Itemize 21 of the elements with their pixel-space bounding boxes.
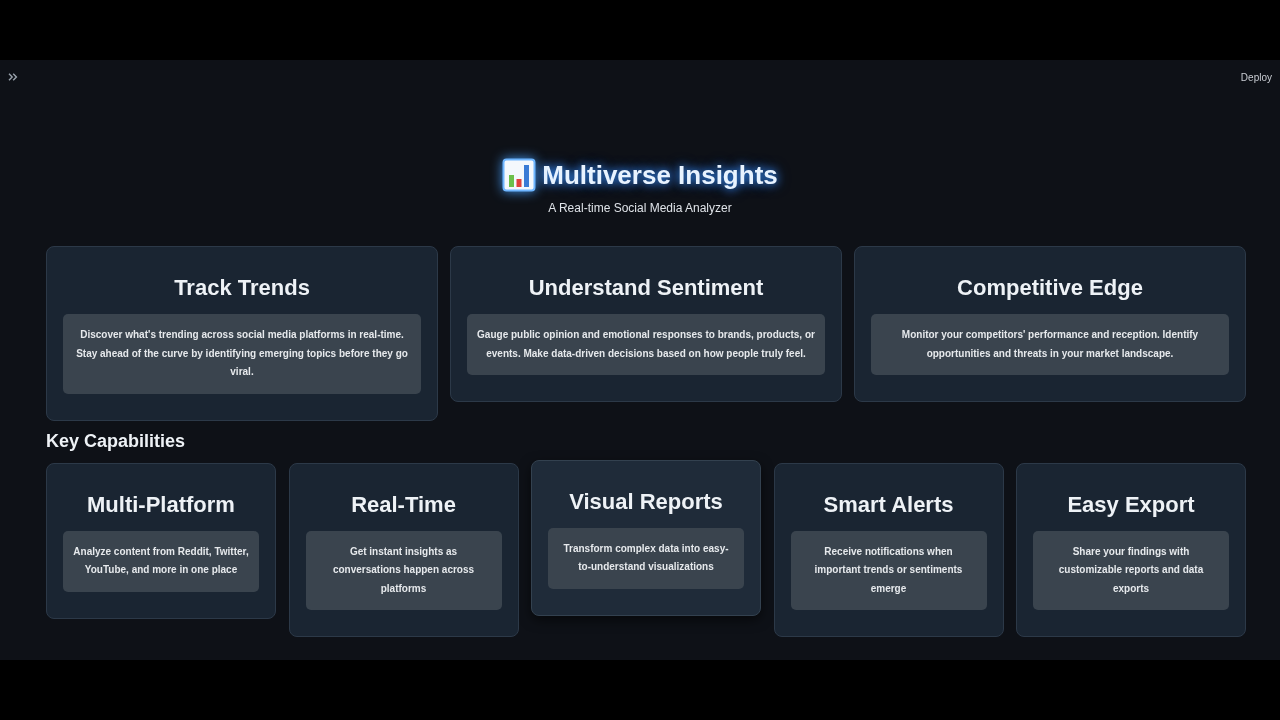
- card-title: Real-Time: [350, 490, 457, 519]
- card-title: Easy Export: [1066, 490, 1196, 519]
- card-title: Smart Alerts: [822, 490, 955, 519]
- section-heading: Key Capabilities: [46, 429, 187, 453]
- card-description: Share your findings with customizable reports and data exports: [1033, 530, 1229, 610]
- card-title: Competitive Edge: [956, 274, 1144, 302]
- card-title: Visual Reports: [568, 487, 724, 516]
- card-description: Get instant insights as conversations happen across platforms: [305, 530, 502, 610]
- card-description: Analyze content from Reddit, Twitter, YouTube, and more in one place: [63, 530, 259, 592]
- deploy-button[interactable]: Deploy: [1240, 69, 1272, 85]
- card-description: Gauge public opinion and emotional responses to brands, products, or events. Make data-driven decisions based on how people truly feel.: [467, 314, 825, 375]
- card-description: Transform complex data into easy-to-understand visualizations: [548, 527, 744, 589]
- card-description: Discover what's trending across social media platforms in real-time. Stay ahead of the curve by identifying emerging topics before they go viral.: [63, 314, 421, 394]
- card-description: Monitor your competitors' performance and reception. Identify opportunities and threats in your market landscape.: [871, 314, 1229, 375]
- card-title: Understand Sentiment: [527, 274, 765, 302]
- card-title: Multi-Platform: [86, 490, 236, 519]
- app-subtitle: A Real-time Social Media Analyzer: [548, 200, 732, 216]
- expand-sidebar-icon[interactable]: [8, 73, 18, 81]
- app-title: Multiverse Insights: [542, 159, 778, 192]
- card-description: Receive notifications when important trends or sentiments emerge: [790, 530, 987, 610]
- card-title: Track Trends: [173, 274, 311, 302]
